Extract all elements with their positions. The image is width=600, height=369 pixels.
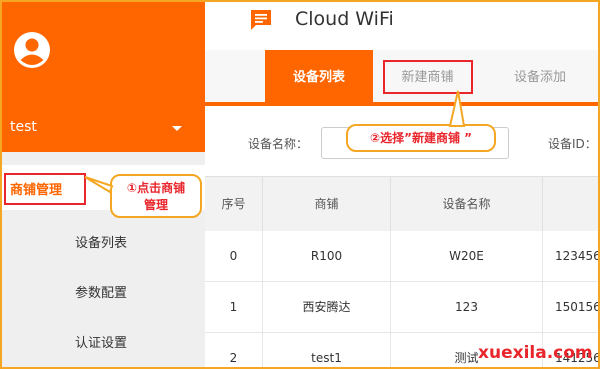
- annotation-pointer-1: [84, 176, 114, 194]
- sidebar-item-label: 认证设置: [75, 336, 128, 351]
- table-cell: W20E: [391, 231, 543, 282]
- annotation-step1-line1: ①点击商铺: [126, 181, 186, 195]
- tab-device-list[interactable]: 设备列表: [265, 50, 373, 102]
- table-cell: 123456: [555, 249, 600, 263]
- user-avatar-icon: [14, 32, 50, 68]
- column-header: [543, 177, 600, 231]
- sidebar-item-label: 参数配置: [75, 286, 128, 301]
- device-table: 序号 商铺 设备名称 0 R100 W20E 123456 1 西安腾达 123…: [205, 176, 600, 369]
- table-cell: 西安腾达: [263, 282, 391, 333]
- username: test: [10, 119, 37, 135]
- table-cell: test1: [263, 333, 391, 369]
- user-menu[interactable]: test: [10, 116, 190, 140]
- annotation-pointer-2: [448, 90, 466, 127]
- table-cell: 1: [205, 282, 263, 333]
- column-header: 序号: [205, 177, 263, 231]
- table-cell: 150156: [555, 300, 600, 314]
- device-id-label: 设备ID：: [548, 137, 597, 151]
- annotation-step1-line2: 管理: [143, 198, 168, 212]
- watermark: xuexila.com: [478, 343, 593, 363]
- table-cell: 123: [391, 282, 543, 333]
- column-header: 设备名称: [391, 177, 543, 231]
- sidebar-item-auth-settings[interactable]: 认证设置: [0, 322, 205, 358]
- caret-down-icon: [172, 126, 182, 131]
- highlight-box: [4, 173, 86, 205]
- table-row[interactable]: 0 R100 W20E 123456: [205, 231, 600, 282]
- device-name-label: 设备名称：: [248, 137, 309, 151]
- column-header: 商铺: [263, 177, 391, 231]
- app-header: Cloud WiFi: [205, 0, 600, 50]
- app-title: Cloud WiFi: [295, 8, 394, 30]
- message-icon: [251, 10, 271, 30]
- annotation-step1: ①点击商铺 管理: [110, 174, 202, 218]
- table-row[interactable]: 1 西安腾达 123 150156: [205, 282, 600, 333]
- sidebar-item-device-list[interactable]: 设备列表: [0, 222, 205, 258]
- annotation-step2: ②选择”新建商铺 ”: [346, 124, 496, 152]
- sidebar-item-label: 设备列表: [75, 236, 128, 251]
- table-cell: R100: [263, 231, 391, 282]
- highlight-box: [383, 60, 473, 94]
- tab-bar: 设备列表 新建商铺 设备添加: [205, 50, 600, 106]
- sidebar-item-parameter-config[interactable]: 参数配置: [0, 272, 205, 308]
- table-cell: 2: [205, 333, 263, 369]
- tab-device-add[interactable]: 设备添加: [495, 50, 585, 102]
- user-panel: test: [0, 0, 205, 152]
- table-cell: 0: [205, 231, 263, 282]
